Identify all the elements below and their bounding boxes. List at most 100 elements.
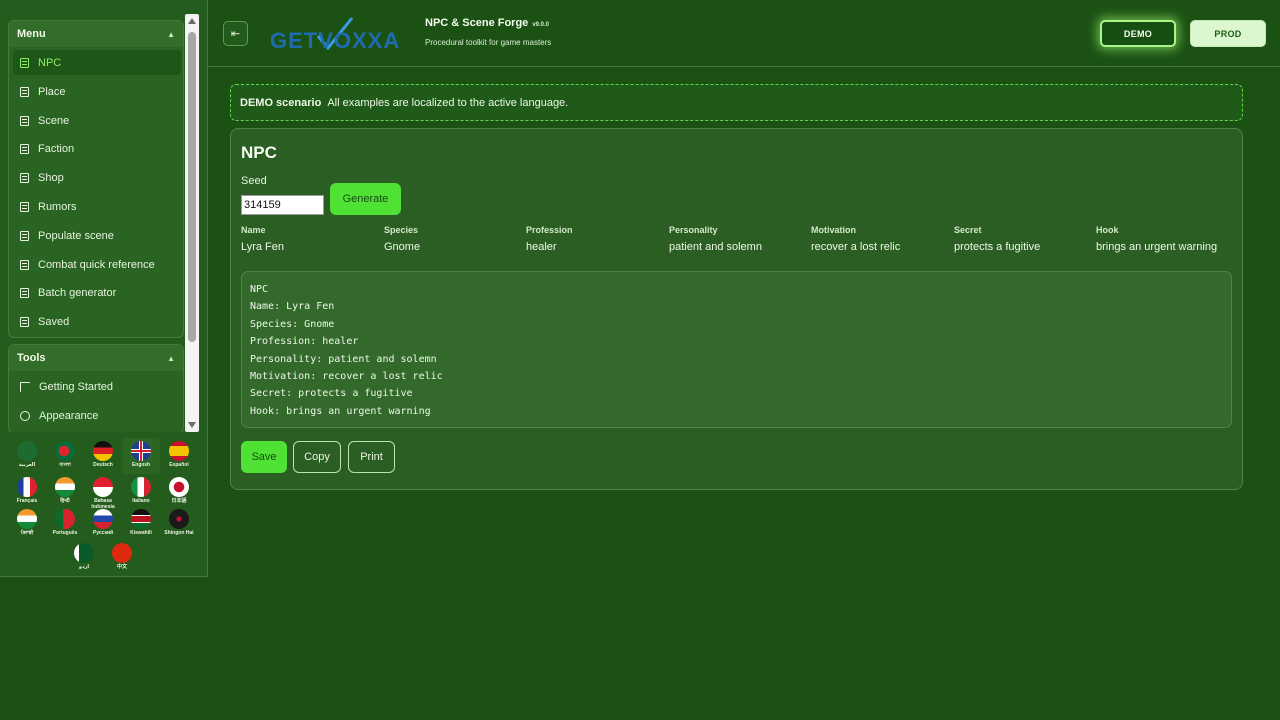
sidebar-item-scene[interactable]: Scene [13, 108, 181, 133]
language-option[interactable]: Português [46, 506, 84, 536]
sidebar-item-label: Shop [38, 171, 64, 184]
language-option[interactable]: العربية [8, 438, 46, 468]
language-option[interactable]: Русский [84, 506, 122, 536]
sidebar-item-appearance[interactable]: Appearance [13, 403, 181, 428]
prod-button[interactable]: PROD [1190, 20, 1266, 47]
seed-input[interactable] [241, 195, 324, 215]
field-label: Secret [954, 225, 982, 235]
language-label: 日本語 [171, 498, 187, 504]
npc-output-text[interactable]: NPC Name: Lyra Fen Species: Gnome Profes… [241, 271, 1232, 428]
language-option[interactable]: Français [8, 474, 46, 504]
banner-label: DEMO scenario [240, 96, 322, 109]
print-button[interactable]: Print [348, 441, 395, 473]
seed-label: Seed [241, 175, 267, 187]
language-option[interactable]: Kiswahili [122, 506, 160, 536]
sidebar-item-faction[interactable]: Faction [13, 136, 181, 161]
save-button[interactable]: Save [241, 441, 287, 473]
flag-bangladesh-icon [55, 441, 75, 461]
field-label: Motivation [811, 225, 856, 235]
flag-uk-icon [131, 441, 151, 461]
field-label: Species [384, 225, 419, 235]
language-option-selected[interactable]: English [122, 438, 160, 474]
sidebar-item-populate-scene[interactable]: Populate scene [13, 223, 181, 248]
field-value: brings an urgent warning [1096, 241, 1218, 253]
menu-title: Menu [17, 28, 46, 40]
tools-panel-header[interactable]: Tools ▲ [9, 345, 183, 371]
output-line: Name: Lyra Fen [250, 301, 335, 313]
collapse-sidebar-button[interactable]: ⇤ [223, 21, 248, 46]
flag-russia-icon [93, 509, 113, 529]
sidebar-item-label: Combat quick reference [38, 258, 155, 271]
field-label: Name [241, 225, 266, 235]
flag-indonesia-icon [93, 477, 113, 497]
sidebar-item-label: Saved [38, 315, 70, 328]
scrollbar-thumb[interactable] [188, 32, 196, 342]
language-option[interactable]: हिन्दी [46, 474, 84, 504]
sidebar-item-npc[interactable]: NPC [13, 50, 181, 75]
npc-card: NPC Seed Generate Name Lyra Fen Species … [230, 128, 1243, 490]
output-line: Personality: patient and solemn [250, 353, 437, 365]
flag-klingon-icon [169, 509, 189, 529]
generate-button[interactable]: Generate [330, 183, 401, 215]
palette-icon [20, 410, 30, 421]
sidebar-item-place[interactable]: Place [13, 79, 181, 104]
field-label: Hook [1096, 225, 1119, 235]
language-option[interactable]: 中文 [103, 540, 141, 570]
language-option[interactable]: Bahasa Indonesia [84, 474, 122, 510]
flag-kenya-icon [131, 509, 151, 529]
field-value: protects a fugitive [954, 241, 1041, 253]
flag-india-icon [17, 509, 37, 529]
field-value: Gnome [384, 241, 421, 253]
sidebar-item-shop[interactable]: Shop [13, 165, 181, 190]
language-option[interactable]: اردو [65, 540, 103, 570]
output-line: Secret: protects a fugitive [250, 388, 413, 400]
sidebar-scrollbar[interactable] [185, 14, 199, 432]
tools-title: Tools [17, 352, 46, 364]
flag-germany-icon [93, 441, 113, 461]
field-name: Name Lyra Fen [241, 225, 381, 253]
field-hook: Hook brings an urgent warning [1096, 225, 1236, 253]
field-species: Species Gnome [384, 225, 524, 253]
sidebar-item-label: Place [38, 85, 66, 98]
document-icon [20, 172, 29, 183]
language-option[interactable]: 日本語 [160, 474, 198, 504]
language-option[interactable]: Español [160, 438, 198, 468]
language-option[interactable]: ਪੰਜਾਬੀ [8, 506, 46, 536]
document-icon [20, 86, 29, 97]
field-label: Profession [526, 225, 573, 235]
sidebar-item-getting-started[interactable]: Getting Started [13, 374, 181, 399]
language-option[interactable]: Shingon Hai [160, 506, 198, 536]
demo-button[interactable]: DEMO [1100, 20, 1176, 47]
flag-france-icon [17, 477, 37, 497]
sidebar: Menu ▲ NPC Place Scene Faction Shop Rumo… [0, 0, 208, 577]
language-label: Kiswahili [130, 530, 152, 536]
sidebar-item-rumors[interactable]: Rumors [13, 194, 181, 219]
sidebar-item-label: Populate scene [38, 229, 114, 242]
language-label: 中文 [116, 564, 127, 570]
document-icon [20, 143, 29, 154]
document-icon [20, 201, 29, 212]
collapse-caret-icon[interactable]: ▲ [167, 30, 175, 39]
menu-panel-header[interactable]: Menu ▲ [9, 21, 183, 47]
flag-italy-icon [131, 477, 151, 497]
language-option[interactable]: Deutsch [84, 438, 122, 468]
sidebar-item-combat-quick-reference[interactable]: Combat quick reference [13, 252, 181, 277]
app-version: v9.0.0 [532, 22, 549, 28]
document-icon [20, 287, 29, 298]
scroll-down-icon[interactable] [188, 422, 196, 428]
app-title: NPC & Scene Forge v9.0.0 [425, 17, 549, 29]
sidebar-item-label: Getting Started [39, 380, 113, 393]
language-option[interactable]: বাংলা [46, 438, 84, 468]
language-label: العربية [18, 462, 36, 468]
scroll-up-icon[interactable] [188, 18, 196, 24]
sidebar-item-saved[interactable]: Saved [13, 309, 181, 334]
menu-panel: Menu ▲ NPC Place Scene Faction Shop Rumo… [8, 20, 184, 338]
language-label: Français [16, 498, 38, 504]
sidebar-item-batch-generator[interactable]: Batch generator [13, 280, 181, 305]
language-option[interactable]: Italiano [122, 474, 160, 504]
collapse-caret-icon[interactable]: ▲ [167, 354, 175, 363]
flag-japan-icon [169, 477, 189, 497]
output-line: Motivation: recover a lost relic [250, 371, 443, 383]
app-title-text: NPC & Scene Forge [425, 17, 529, 29]
copy-button[interactable]: Copy [293, 441, 341, 473]
